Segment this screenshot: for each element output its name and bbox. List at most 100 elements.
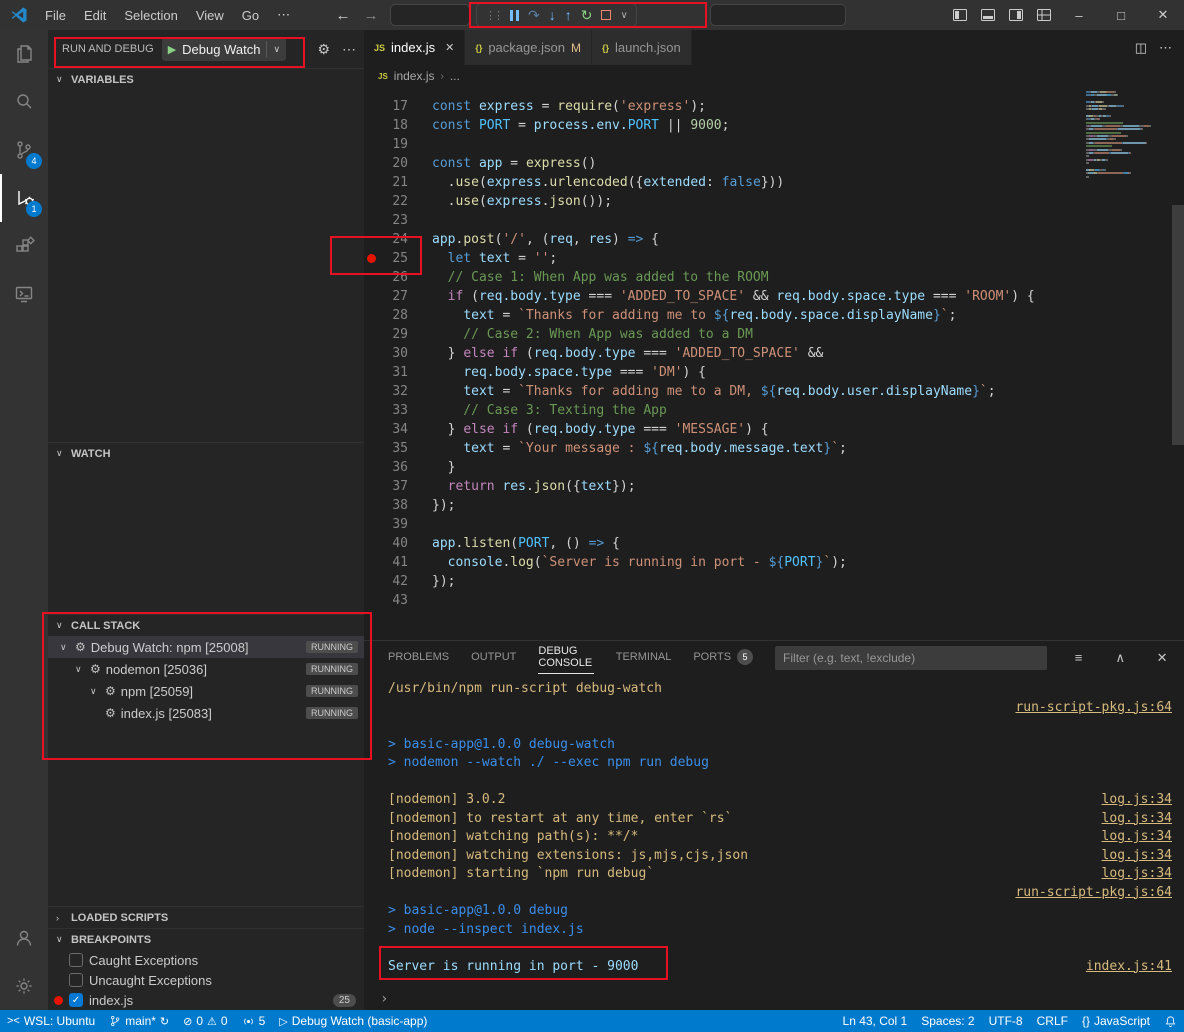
- notifications-bell[interactable]: [1157, 1010, 1184, 1032]
- code-editor[interactable]: 17const express = require('express');18c…: [364, 87, 1184, 640]
- code-text[interactable]: } else if (req.body.type === 'ADDED_TO_S…: [432, 344, 823, 363]
- source-link[interactable]: log.js:34: [1102, 810, 1176, 829]
- launch-config-dropdown[interactable]: ▶ Debug Watch ∨: [162, 37, 286, 61]
- breakpoint-gutter[interactable]: [364, 192, 378, 211]
- code-text[interactable]: console.log(`Server is running in port -…: [432, 553, 847, 572]
- forward-arrow-icon[interactable]: →: [358, 0, 384, 30]
- activity-remote-explorer-icon[interactable]: [0, 270, 48, 318]
- command-center-right[interactable]: [710, 4, 846, 26]
- breakpoint-gutter[interactable]: [364, 591, 378, 610]
- breakpoint-row[interactable]: ✓index.js25: [48, 990, 364, 1010]
- language-indicator[interactable]: {} JavaScript: [1075, 1010, 1157, 1032]
- breakpoint-gutter[interactable]: [364, 401, 378, 420]
- code-text[interactable]: const express = require('express');: [432, 97, 706, 116]
- pause-button[interactable]: [510, 10, 519, 21]
- breakpoint-gutter[interactable]: [364, 553, 378, 572]
- menu-item[interactable]: View: [187, 0, 233, 30]
- call-stack-row[interactable]: ∨⚙Debug Watch: npm [25008]RUNNING: [48, 636, 364, 658]
- breakpoint-gutter[interactable]: [364, 230, 378, 249]
- code-text[interactable]: text = `Thanks for adding me to a DM, ${…: [432, 382, 996, 401]
- toggle-secondary-sidebar-icon[interactable]: [1002, 0, 1030, 30]
- breakpoint-gutter[interactable]: [364, 344, 378, 363]
- activity-explorer-icon[interactable]: [0, 30, 48, 78]
- chevron-down-icon[interactable]: ∨: [90, 686, 100, 697]
- checkbox[interactable]: ✓: [69, 993, 83, 1007]
- breakpoint-gutter[interactable]: [364, 496, 378, 515]
- editor-scrollbar[interactable]: [1172, 205, 1184, 445]
- breakpoint-gutter[interactable]: [364, 249, 378, 268]
- breakpoint-gutter[interactable]: [364, 458, 378, 477]
- chevron-down-icon[interactable]: ∨: [60, 642, 70, 653]
- more-actions-icon[interactable]: ⋯: [1159, 40, 1172, 56]
- chevron-down-icon[interactable]: ∨: [273, 44, 280, 55]
- close-panel-icon[interactable]: ✕: [1152, 650, 1172, 666]
- ports-indicator[interactable]: 5: [235, 1010, 273, 1032]
- code-text[interactable]: });: [432, 572, 455, 591]
- menu-item[interactable]: Go: [233, 0, 268, 30]
- editor-tab-package.json[interactable]: {}package.jsonM: [465, 30, 592, 65]
- start-debug-icon[interactable]: ▶: [168, 43, 176, 56]
- breakpoint-gutter[interactable]: [364, 477, 378, 496]
- stop-dropdown-chevron-icon[interactable]: ∨: [620, 10, 627, 21]
- account-icon[interactable]: [0, 914, 48, 962]
- breakpoint-gutter[interactable]: [364, 534, 378, 553]
- restart-button[interactable]: ↻: [581, 7, 593, 24]
- editor-tab-index.js[interactable]: JSindex.js✕: [364, 30, 465, 65]
- code-text[interactable]: });: [432, 496, 455, 515]
- code-text[interactable]: .use(express.urlencoded({extended: false…: [432, 173, 784, 192]
- gear-icon[interactable]: ⚙: [317, 41, 330, 58]
- debug-console-input[interactable]: ›: [364, 988, 1184, 1010]
- split-editor-icon[interactable]: ◫: [1135, 40, 1147, 56]
- code-text[interactable]: req.body.space.type === 'DM') {: [432, 363, 706, 382]
- breakpoint-row[interactable]: Uncaught Exceptions: [48, 970, 364, 990]
- close-icon[interactable]: ✕: [445, 41, 454, 54]
- source-link[interactable]: log.js:34: [1102, 791, 1176, 810]
- activity-extensions-icon[interactable]: [0, 222, 48, 270]
- call-stack-row[interactable]: ⚙index.js [25083]RUNNING: [48, 702, 364, 724]
- menu-item[interactable]: Selection: [115, 0, 186, 30]
- breakpoint-gutter[interactable]: [364, 515, 378, 534]
- code-text[interactable]: text = `Your message : ${req.body.messag…: [432, 439, 847, 458]
- menu-item[interactable]: ⋯: [268, 0, 299, 30]
- drag-grip-icon[interactable]: ⋮⋮: [485, 9, 501, 22]
- toggle-primary-sidebar-icon[interactable]: [946, 0, 974, 30]
- breakpoint-gutter[interactable]: [364, 287, 378, 306]
- breakpoint-gutter[interactable]: [364, 439, 378, 458]
- breakpoint-gutter[interactable]: [364, 363, 378, 382]
- activity-run-and-debug-icon[interactable]: 1: [0, 174, 48, 222]
- minimap[interactable]: [1086, 91, 1172, 183]
- code-text[interactable]: if (req.body.type === 'ADDED_TO_SPACE' &…: [432, 287, 1035, 306]
- stop-button[interactable]: [601, 10, 611, 20]
- close-button[interactable]: ✕: [1142, 0, 1184, 30]
- breakpoint-gutter[interactable]: [364, 154, 378, 173]
- section-variables[interactable]: ∨ VARIABLES: [48, 68, 364, 90]
- breakpoint-gutter[interactable]: [364, 268, 378, 287]
- code-text[interactable]: const app = express(): [432, 154, 596, 173]
- breakpoint-gutter[interactable]: [364, 306, 378, 325]
- toggle-panel-icon[interactable]: [974, 0, 1002, 30]
- code-text[interactable]: } else if (req.body.type === 'MESSAGE') …: [432, 420, 769, 439]
- checkbox[interactable]: [69, 973, 83, 987]
- eol-indicator[interactable]: CRLF: [1030, 1010, 1075, 1032]
- step-out-button[interactable]: ↑: [565, 7, 572, 23]
- code-text[interactable]: const PORT = process.env.PORT || 9000;: [432, 116, 729, 135]
- breakpoint-gutter[interactable]: [364, 116, 378, 135]
- panel-tab-output[interactable]: OUTPUT: [471, 641, 516, 674]
- section-watch[interactable]: ∨ WATCH: [48, 442, 364, 464]
- source-link[interactable]: run-script-pkg.js:64: [1015, 699, 1176, 718]
- breakpoint-gutter[interactable]: [364, 173, 378, 192]
- customize-layout-icon[interactable]: [1030, 0, 1058, 30]
- filter-icon[interactable]: ≡: [1069, 650, 1089, 665]
- maximize-panel-icon[interactable]: ∧: [1110, 650, 1130, 666]
- code-text[interactable]: // Case 2: When App was added to a DM: [432, 325, 753, 344]
- code-text[interactable]: return res.json({text});: [432, 477, 636, 496]
- settings-gear-icon[interactable]: [0, 962, 48, 1010]
- cursor-position[interactable]: Ln 43, Col 1: [836, 1010, 915, 1032]
- debug-status[interactable]: ▷ Debug Watch (basic-app): [272, 1010, 434, 1032]
- branch-indicator[interactable]: main* ↻: [102, 1010, 176, 1032]
- code-text[interactable]: app.post('/', (req, res) => {: [432, 230, 659, 249]
- breakpoint-gutter[interactable]: [364, 382, 378, 401]
- step-into-button[interactable]: ↓: [549, 7, 556, 23]
- more-actions-icon[interactable]: ⋯: [342, 41, 356, 58]
- breadcrumb[interactable]: JS index.js › ...: [364, 65, 1184, 87]
